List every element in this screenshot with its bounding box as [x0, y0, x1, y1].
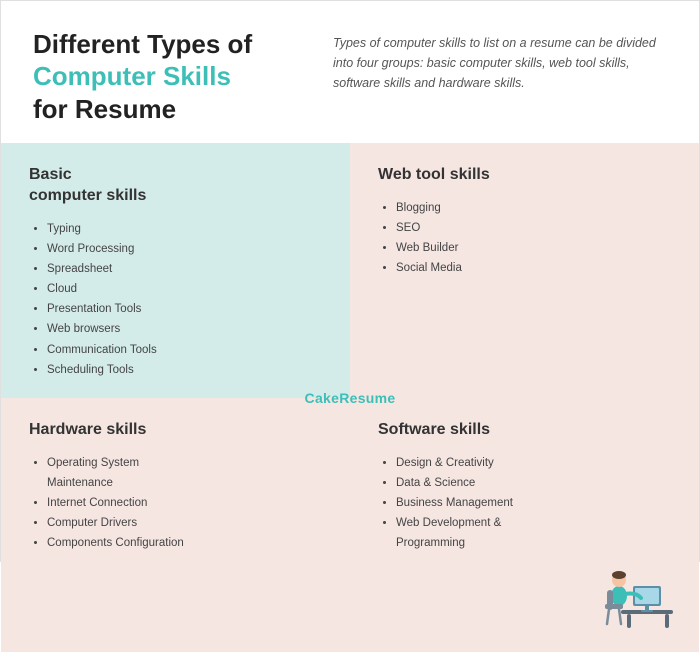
list-item: Blogging: [396, 198, 671, 218]
title-line1: Different Types of: [33, 29, 313, 60]
list-item: Spreadsheet: [47, 259, 322, 279]
list-item: Operating SystemMaintenance: [47, 453, 322, 493]
list-item: Presentation Tools: [47, 299, 322, 319]
list-item: Typing: [47, 219, 322, 239]
quadrant-software: Software skills Design & Creativity Data…: [350, 398, 699, 652]
list-item: SEO: [396, 218, 671, 238]
basic-computer-list: Typing Word Processing Spreadsheet Cloud…: [29, 219, 322, 380]
title-line2: Computer Skills: [33, 60, 313, 94]
list-item: Web browsers: [47, 319, 322, 339]
list-item: Social Media: [396, 258, 671, 278]
web-tools-list: Blogging SEO Web Builder Social Media: [378, 198, 671, 279]
list-item: Cloud: [47, 279, 322, 299]
basic-computer-title: Basiccomputer skills: [29, 165, 322, 207]
software-list: Design & Creativity Data & Science Busin…: [378, 453, 671, 554]
list-item: Web Development &Programming: [396, 513, 671, 553]
list-item: Components Configuration: [47, 533, 322, 553]
quadrant-web-tools: Web tool skills Blogging SEO Web Builder…: [350, 143, 699, 398]
list-item: Design & Creativity: [396, 453, 671, 473]
header-description: Types of computer skills to list on a re…: [333, 33, 667, 93]
content-grid: Basiccomputer skills Typing Word Process…: [1, 143, 699, 652]
list-item: Web Builder: [396, 238, 671, 258]
hardware-list: Operating SystemMaintenance Internet Con…: [29, 453, 322, 554]
web-tools-title: Web tool skills: [378, 165, 671, 186]
quadrant-basic-computer: Basiccomputer skills Typing Word Process…: [1, 143, 350, 398]
list-item: Computer Drivers: [47, 513, 322, 533]
list-item: Scheduling Tools: [47, 360, 322, 380]
list-item: Word Processing: [47, 239, 322, 259]
header-left: Different Types of Computer Skills for R…: [33, 29, 313, 125]
hardware-title: Hardware skills: [29, 420, 322, 441]
list-item: Business Management: [396, 493, 671, 513]
title-line3: for Resume: [33, 94, 313, 125]
list-item: Communication Tools: [47, 340, 322, 360]
software-title: Software skills: [378, 420, 671, 441]
header-right: Types of computer skills to list on a re…: [333, 29, 667, 93]
list-item: Data & Science: [396, 473, 671, 493]
list-item: Internet Connection: [47, 493, 322, 513]
header-section: Different Types of Computer Skills for R…: [1, 1, 699, 143]
quadrant-hardware: Hardware skills Operating SystemMaintena…: [1, 398, 350, 652]
main-container: Different Types of Computer Skills for R…: [0, 0, 700, 562]
